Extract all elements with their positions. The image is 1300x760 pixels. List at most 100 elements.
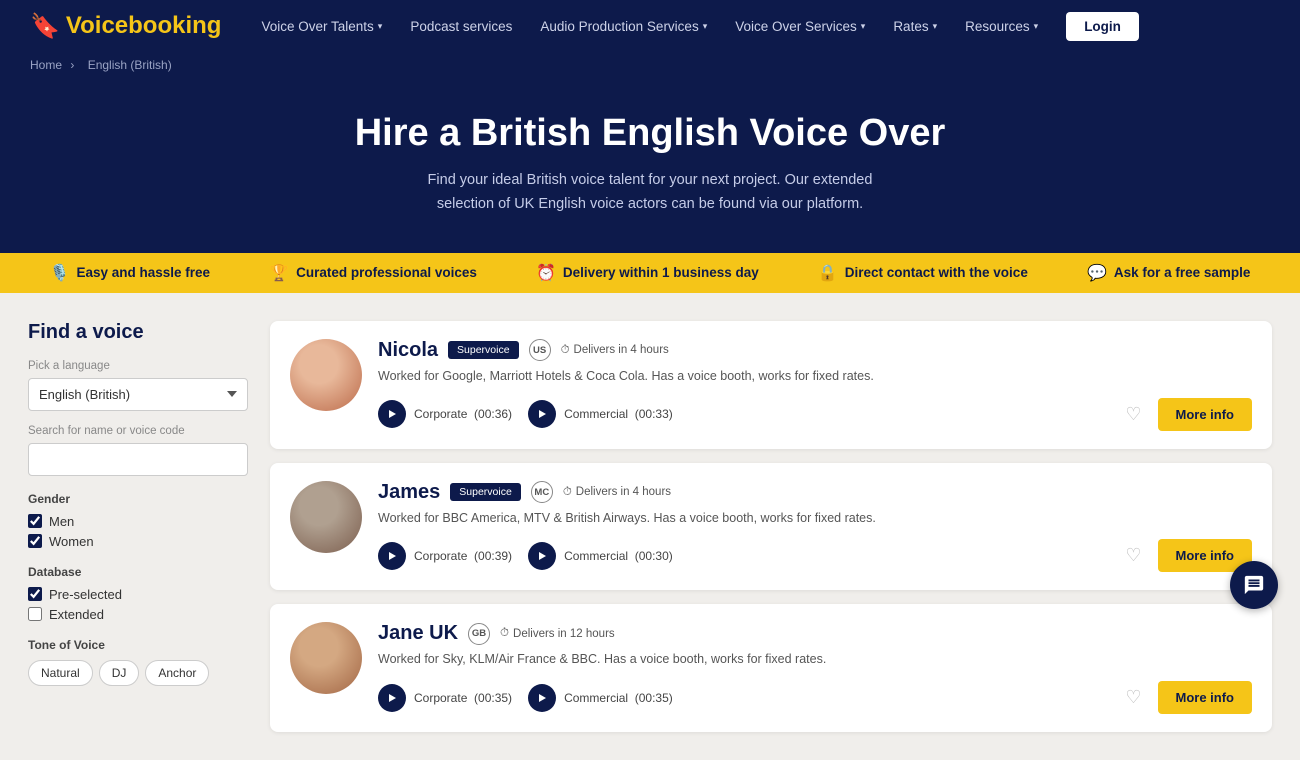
chevron-down-icon: ▾ [378,21,383,32]
feature-easy-label: Easy and hassle free [76,265,210,280]
play-corporate-nicola[interactable] [378,400,406,428]
hero-section: Hire a British English Voice Over Find y… [0,82,1300,253]
chevron-down-icon: ▾ [861,21,866,32]
tone-natural-btn[interactable]: Natural [28,660,93,686]
delivers-james: ⏱ Delivers in 4 hours [563,486,671,499]
card-body-jane: Jane UK GB ⏱ Delivers in 12 hours Worked… [378,622,1252,714]
card-header-jane: Jane UK GB ⏱ Delivers in 12 hours [378,622,1252,645]
breadcrumb-current: English (British) [88,58,172,72]
voice-cards-container: Nicola Supervoice US ⏱ Delivers in 4 hou… [270,321,1272,732]
search-input[interactable] [28,443,248,476]
nav-rates[interactable]: Rates ▾ [893,19,937,34]
tone-dj-btn[interactable]: DJ [99,660,140,686]
sidebar-title: Find a voice [28,321,248,344]
language-select[interactable]: English (British) [28,378,248,411]
feature-delivery: ⏰ Delivery within 1 business day [536,263,759,283]
chat-bubble-button[interactable] [1230,561,1278,609]
language-label: Pick a language [28,360,248,372]
breadcrumb-home[interactable]: Home [30,58,62,72]
card-footer-jane: Corporate (00:35) Commercial (00:35) ♡ M… [378,681,1252,714]
nav-resources[interactable]: Resources ▾ [965,19,1038,34]
tone-anchor-btn[interactable]: Anchor [145,660,209,686]
hero-description: Find your ideal British voice talent for… [400,169,900,217]
clock-icon: ⏰ [536,263,556,283]
favorite-jane[interactable]: ♡ [1125,687,1141,708]
database-extended-label: Extended [49,607,104,622]
lock-icon: 🔒 [818,263,838,283]
card-desc-jane: Worked for Sky, KLM/Air France & BBC. Ha… [378,650,1252,669]
voice-name-nicola: Nicola [378,339,438,362]
corporate-label-jane: Corporate (00:35) [414,691,512,705]
database-extended-checkbox[interactable]: Extended [28,607,248,622]
card-desc-nicola: Worked for Google, Marriott Hotels & Coc… [378,367,1252,386]
favorite-james[interactable]: ♡ [1125,545,1141,566]
chevron-down-icon: ▾ [933,21,938,32]
chevron-down-icon: ▾ [1034,21,1039,32]
play-commercial-james[interactable] [528,542,556,570]
commercial-label-jane: Commercial (00:35) [564,691,673,705]
card-header-james: James Supervoice MC ⏱ Delivers in 4 hour… [378,481,1252,504]
corporate-label-james: Corporate (00:39) [414,549,512,563]
supervoice-badge-james: Supervoice [450,483,521,501]
main-content: Find a voice Pick a language English (Br… [0,293,1300,760]
gender-men-label: Men [49,514,74,529]
location-jane: GB [468,623,490,645]
voice-card-james: James Supervoice MC ⏱ Delivers in 4 hour… [270,463,1272,591]
login-button[interactable]: Login [1066,12,1139,41]
play-corporate-james[interactable] [378,542,406,570]
logo-text: Voicebooking [66,12,222,40]
tone-buttons: Natural DJ Anchor [28,660,248,686]
nav-links: Voice Over Talents ▾ Podcast services Au… [261,12,1270,41]
play-commercial-jane[interactable] [528,684,556,712]
location-nicola: US [529,339,551,361]
database-section-title: Database [28,565,248,579]
chevron-down-icon: ▾ [703,21,708,32]
nav-audio-production[interactable]: Audio Production Services ▾ [540,19,707,34]
clock-icon: ⏱ [500,627,509,640]
feature-curated: 🏆 Curated professional voices [269,263,477,283]
play-corporate-jane[interactable] [378,684,406,712]
delivers-nicola: ⏱ Delivers in 4 hours [561,344,669,357]
card-footer-james: Corporate (00:39) Commercial (00:30) ♡ M… [378,539,1252,572]
avatar-nicola [290,339,362,411]
avatar-james [290,481,362,553]
more-info-nicola[interactable]: More info [1158,398,1253,431]
voice-card-jane: Jane UK GB ⏱ Delivers in 12 hours Worked… [270,604,1272,732]
voice-card-nicola: Nicola Supervoice US ⏱ Delivers in 4 hou… [270,321,1272,449]
nav-voice-over-talents[interactable]: Voice Over Talents ▾ [261,19,382,34]
gender-women-checkbox[interactable]: Women [28,534,248,549]
gender-men-checkbox[interactable]: Men [28,514,248,529]
tone-section-title: Tone of Voice [28,638,248,652]
feature-easy: 🎙️ Easy and hassle free [50,263,211,283]
database-preselected-input[interactable] [28,587,42,601]
navbar: 🔖 Voicebooking Voice Over Talents ▾ Podc… [0,0,1300,52]
voice-name-james: James [378,481,440,504]
card-footer-nicola: Corporate (00:36) Commercial (00:33) ♡ M… [378,398,1252,431]
nav-podcast-services[interactable]: Podcast services [410,19,512,34]
feature-curated-label: Curated professional voices [296,265,477,280]
gender-section-title: Gender [28,492,248,506]
favorite-nicola[interactable]: ♡ [1125,404,1141,425]
database-extended-input[interactable] [28,607,42,621]
gender-women-input[interactable] [28,534,42,548]
database-preselected-label: Pre-selected [49,587,122,602]
logo-icon: 🔖 [30,12,60,41]
nav-voice-over-services[interactable]: Voice Over Services ▾ [735,19,865,34]
breadcrumb: Home › English (British) [0,52,1300,82]
card-header-nicola: Nicola Supervoice US ⏱ Delivers in 4 hou… [378,339,1252,362]
card-body-nicola: Nicola Supervoice US ⏱ Delivers in 4 hou… [378,339,1252,431]
feature-sample: 💬 Ask for a free sample [1087,263,1250,283]
delivers-jane: ⏱ Delivers in 12 hours [500,627,615,640]
hero-title: Hire a British English Voice Over [20,112,1280,155]
database-preselected-checkbox[interactable]: Pre-selected [28,587,248,602]
sidebar: Find a voice Pick a language English (Br… [28,321,248,732]
more-info-jane[interactable]: More info [1158,681,1253,714]
site-logo[interactable]: 🔖 Voicebooking [30,12,221,41]
clock-icon: ⏱ [563,486,572,499]
gender-men-input[interactable] [28,514,42,528]
play-commercial-nicola[interactable] [528,400,556,428]
clock-icon: ⏱ [561,344,570,357]
location-james: MC [531,481,553,503]
microphone-icon: 🎙️ [50,263,70,283]
voice-name-jane: Jane UK [378,622,458,645]
